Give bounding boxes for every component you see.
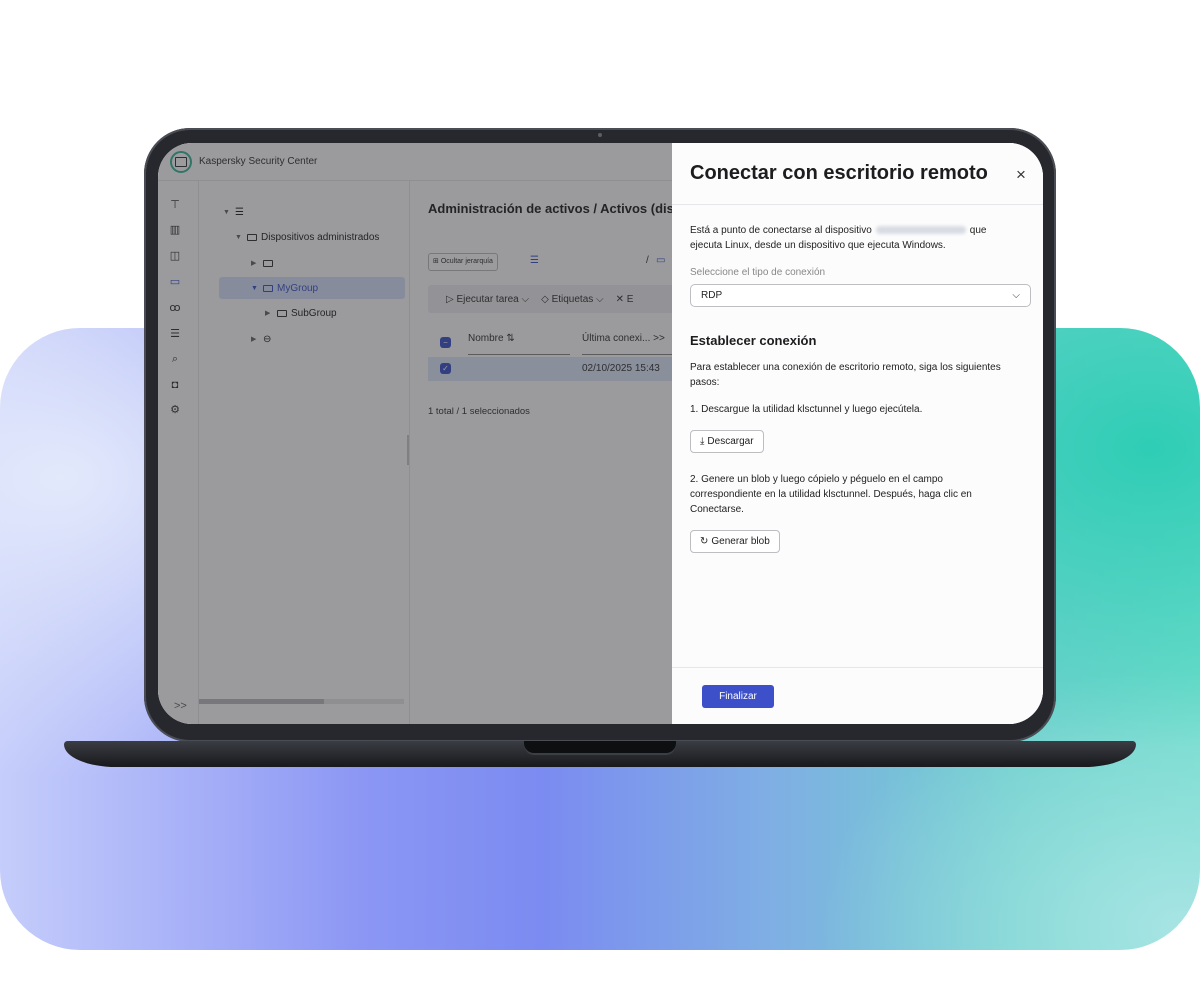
steps-intro: Para establecer una conexión de escritor…	[690, 362, 1001, 388]
camera-icon	[598, 133, 602, 137]
modal-overlay[interactable]	[158, 143, 672, 724]
download-icon: ⤓	[700, 436, 705, 447]
finish-button[interactable]: Finalizar	[702, 685, 774, 708]
generate-blob-label: Generar blob	[711, 536, 770, 547]
intro-text-start: Está a punto de conectarse al dispositiv…	[690, 225, 872, 236]
dialog-intro: Está a punto de conectarse al dispositiv…	[690, 223, 1020, 253]
laptop-notch	[524, 741, 676, 755]
download-button[interactable]: ⤓ Descargar	[690, 430, 764, 453]
step-1-text: 1. Descargue la utilidad klsctunnel y lu…	[690, 404, 923, 415]
remote-desktop-dialog: Conectar con escritorio remoto × Está a …	[672, 143, 1043, 724]
step-2-text: 2. Genere un blob y luego cópielo y pégu…	[690, 474, 972, 515]
dialog-divider	[672, 204, 1043, 205]
generate-blob-button[interactable]: ↻ Generar blob	[690, 530, 780, 553]
download-label: Descargar	[707, 436, 754, 447]
refresh-icon: ↻	[700, 536, 709, 547]
laptop-screen: Kaspersky Security Center ⊤ ▥ ◫ ▭ ꝏ ☰ ⌕ …	[158, 143, 1043, 724]
connection-type-label: Seleccione el tipo de conexión	[690, 267, 826, 278]
footer-divider	[672, 667, 1043, 668]
blurred-device-name	[875, 226, 966, 235]
connection-type-select[interactable]: RDP ⌵	[690, 284, 1031, 307]
app-window: Kaspersky Security Center ⊤ ▥ ◫ ▭ ꝏ ☰ ⌕ …	[158, 143, 1043, 724]
chevron-down-icon: ⌵	[1012, 290, 1020, 301]
close-icon[interactable]: ×	[1016, 165, 1026, 185]
section-title: Establecer conexión	[690, 333, 817, 348]
dialog-title: Conectar con escritorio remoto	[690, 162, 988, 184]
connection-type-value: RDP	[701, 290, 723, 301]
